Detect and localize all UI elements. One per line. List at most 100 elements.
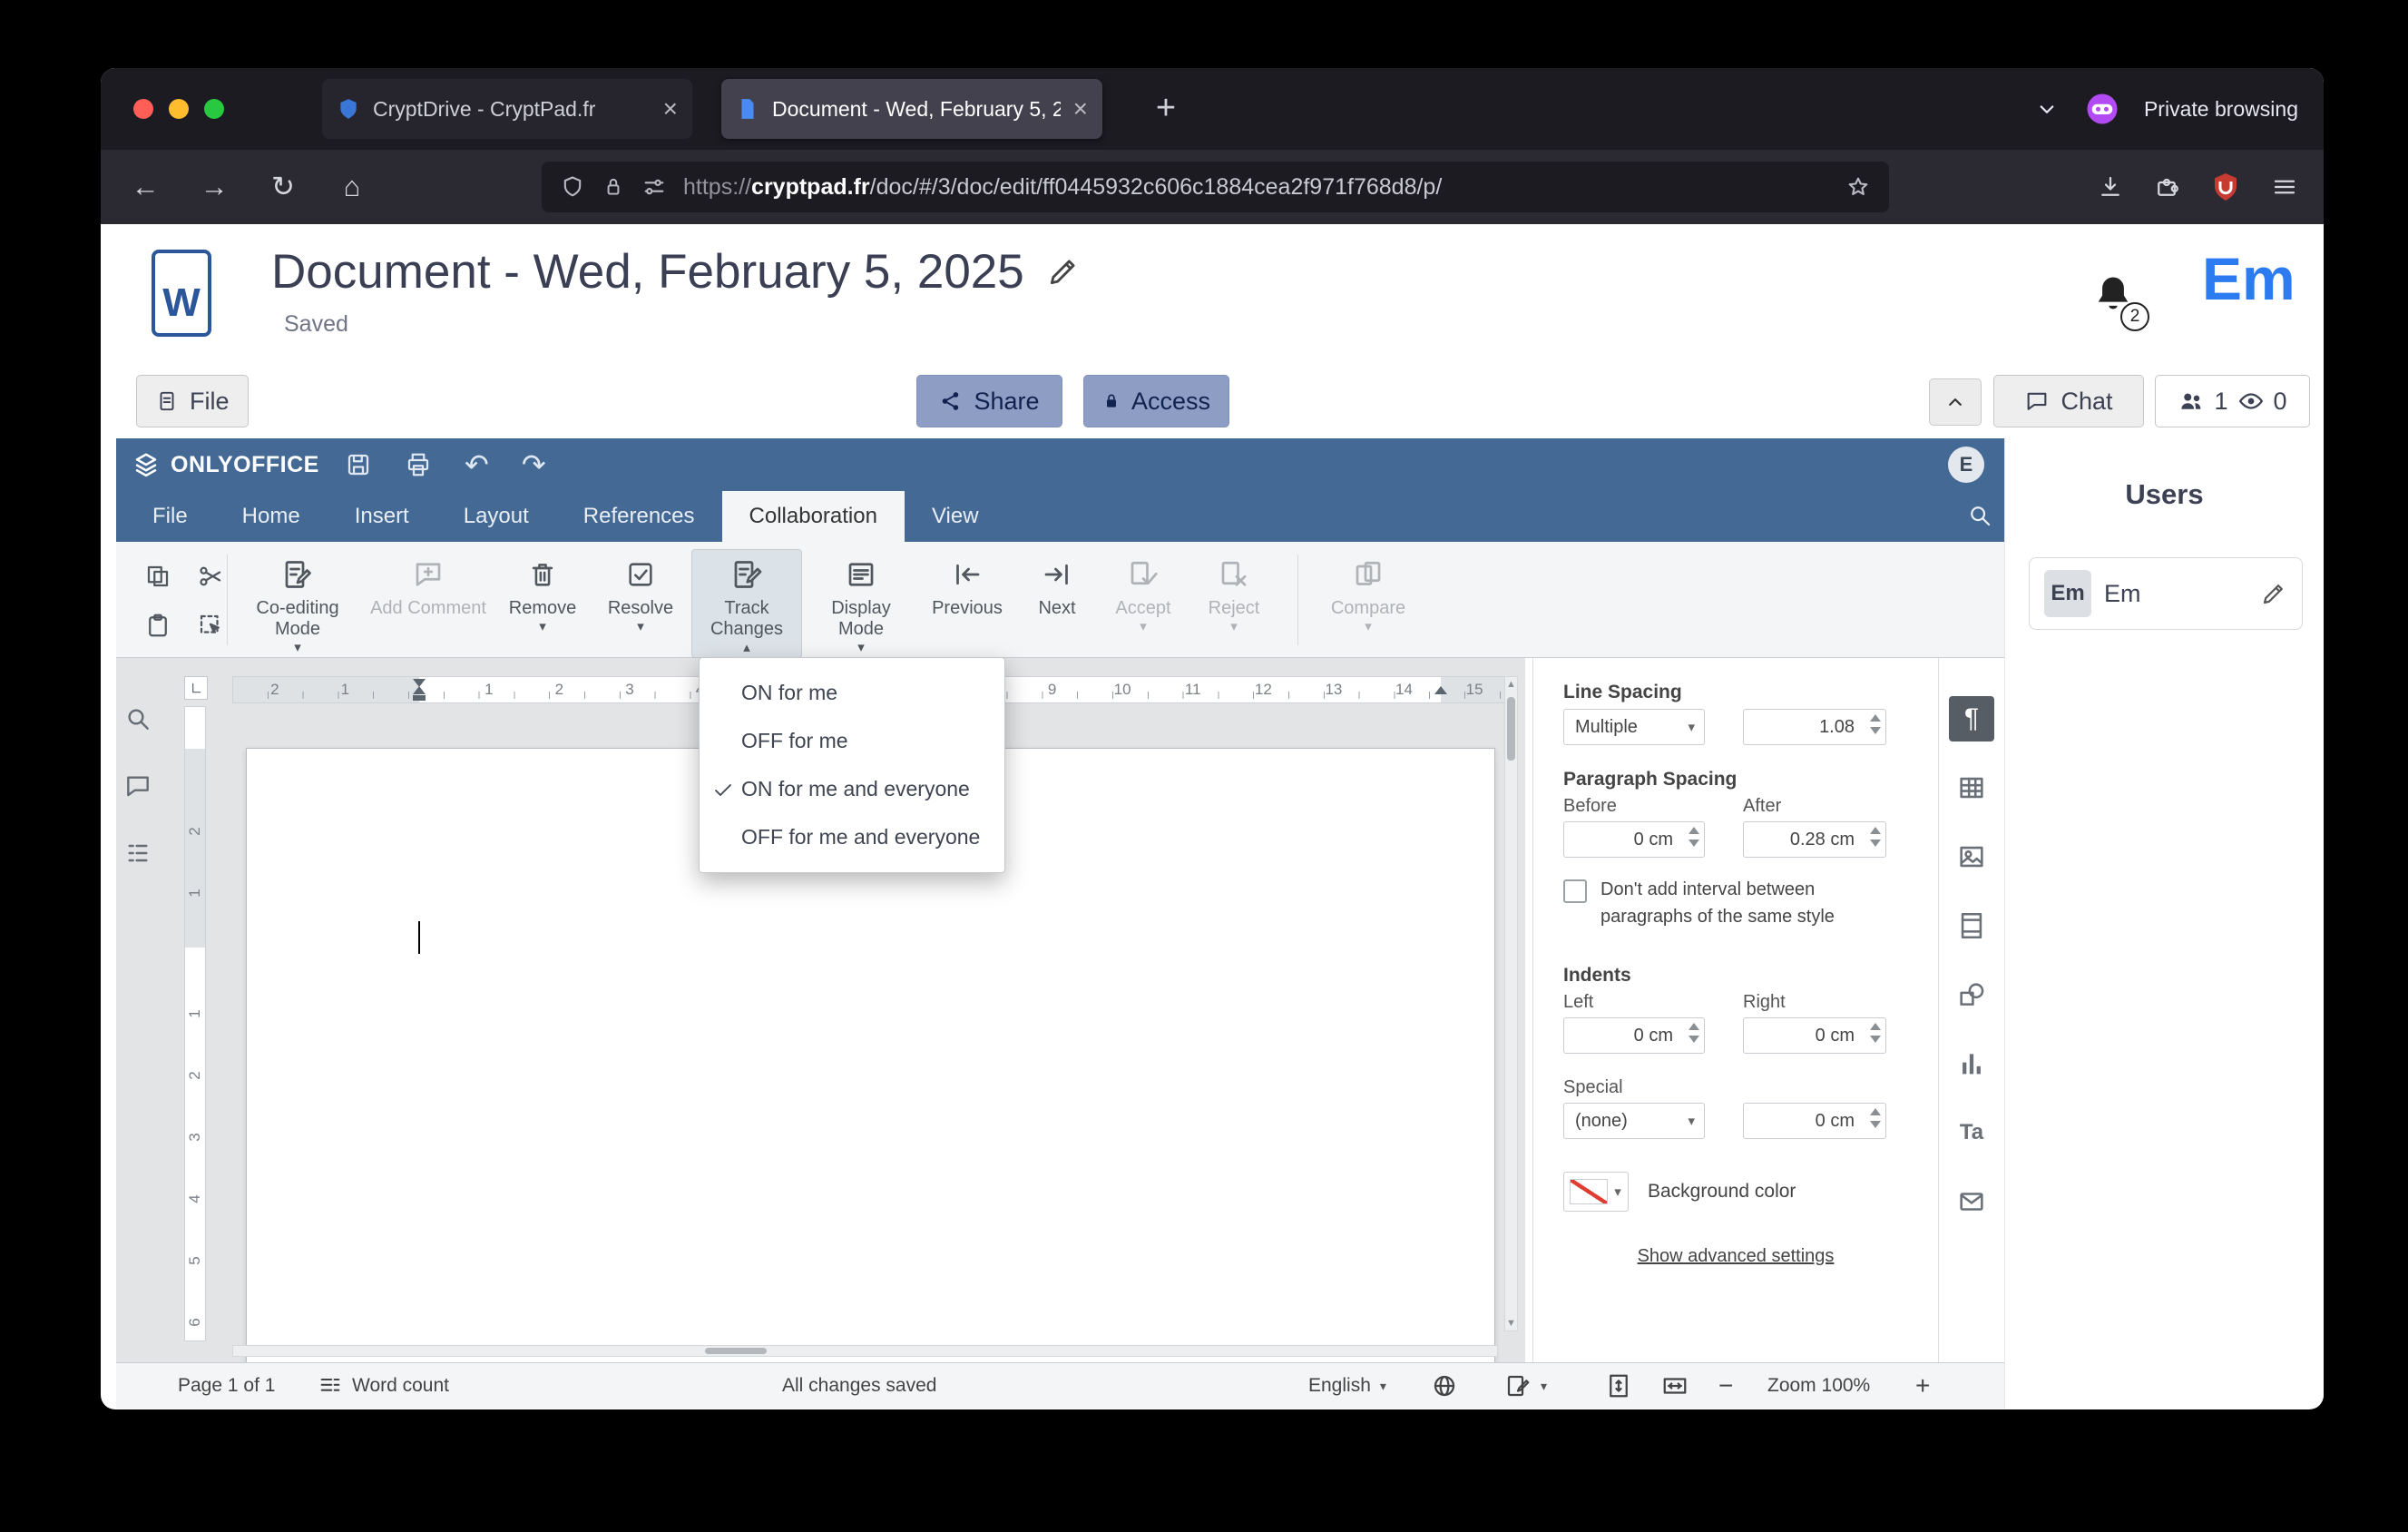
spinner-arrows[interactable] — [1689, 827, 1699, 847]
spinner-arrows[interactable] — [1870, 714, 1881, 734]
vertical-scroll-thumb[interactable] — [1507, 697, 1515, 761]
menu-tab[interactable]: File — [125, 491, 215, 542]
menu-tab[interactable]: Collaboration — [721, 491, 905, 542]
navigation-headings-icon[interactable] — [123, 839, 152, 868]
vertical-ruler[interactable]: 2 1 1 2 3 4 5 6 — [184, 706, 206, 1341]
word-count-button[interactable]: Word count — [318, 1363, 449, 1409]
ublock-origin-icon[interactable] — [2209, 171, 2242, 203]
spacing-after-spinner[interactable]: 0.28 cm — [1743, 821, 1886, 858]
language-selector[interactable]: English ▾ — [1308, 1363, 1386, 1409]
address-bar[interactable]: https://cryptpad.fr/doc/#/3/doc/edit/ff0… — [542, 162, 1889, 212]
zoom-in-button[interactable]: + — [1915, 1363, 1930, 1409]
spinner-arrows[interactable] — [1870, 1023, 1881, 1043]
menu-tab[interactable]: References — [556, 491, 722, 542]
spinner-arrows[interactable] — [1870, 1108, 1881, 1128]
indent-left-spinner[interactable]: 0 cm — [1563, 1017, 1705, 1054]
maximize-window-button[interactable] — [204, 99, 224, 119]
forward-icon[interactable]: → — [195, 168, 233, 206]
minimize-window-button[interactable] — [169, 99, 189, 119]
comments-icon[interactable] — [123, 771, 152, 800]
permissions-icon[interactable] — [641, 174, 667, 200]
collapse-toolbar-button[interactable] — [1929, 378, 1982, 426]
special-amount-spinner[interactable]: 0 cm — [1743, 1103, 1886, 1139]
track-changes-menu-item[interactable]: ON for me and everyone — [700, 765, 1004, 813]
background-color-button[interactable]: ▾ — [1563, 1172, 1629, 1212]
user-count-button[interactable]: 1 0 — [2155, 375, 2310, 427]
user-list-item[interactable]: Em Em — [2029, 557, 2303, 630]
lock-icon[interactable] — [602, 175, 625, 199]
compare-button[interactable]: Compare ▾ — [1318, 549, 1418, 637]
reload-icon[interactable]: ↻ — [264, 168, 302, 206]
show-advanced-settings-link[interactable]: Show advanced settings — [1533, 1246, 1938, 1267]
remove-comment-button[interactable]: Remove ▾ — [495, 549, 590, 637]
special-select[interactable]: (none) ▾ — [1563, 1103, 1705, 1139]
chart-settings-tab[interactable] — [1939, 1029, 2005, 1098]
close-tab-icon[interactable]: × — [1073, 94, 1088, 123]
new-tab-button[interactable]: + — [1140, 83, 1191, 133]
track-changes-status-button[interactable]: ▾ — [1504, 1363, 1547, 1409]
close-window-button[interactable] — [133, 99, 153, 119]
track-changes-menu-item[interactable]: OFF for me and everyone — [700, 813, 1004, 861]
spellcheck-globe-button[interactable] — [1431, 1363, 1458, 1409]
paste-icon[interactable] — [140, 607, 176, 643]
share-button[interactable]: Share — [916, 375, 1062, 427]
accept-change-button[interactable]: Accept ▾ — [1100, 549, 1187, 637]
horizontal-scroll-thumb[interactable] — [705, 1348, 767, 1354]
horizontal-scrollbar[interactable] — [232, 1345, 1498, 1357]
track-changes-button[interactable]: Track Changes ▴ — [691, 549, 802, 658]
tracking-shield-icon[interactable] — [560, 174, 585, 200]
previous-change-button[interactable]: Previous — [920, 549, 1014, 623]
paragraph-settings-tab[interactable]: ¶ — [1939, 684, 2005, 753]
indent-right-spinner[interactable]: 0 cm — [1743, 1017, 1886, 1054]
vertical-scrollbar[interactable]: ▲ ▼ — [1504, 676, 1518, 1331]
spacing-before-spinner[interactable]: 0 cm — [1563, 821, 1705, 858]
copy-icon[interactable] — [140, 558, 176, 594]
tab-document[interactable]: Document - Wed, February 5, 2 × — [721, 79, 1102, 139]
find-icon[interactable] — [123, 704, 152, 733]
chat-button[interactable]: Chat — [1993, 375, 2144, 427]
tab-cryptdrive[interactable]: CryptDrive - CryptPad.fr × — [322, 79, 692, 139]
select-all-icon[interactable] — [192, 607, 229, 643]
cut-icon[interactable] — [192, 558, 229, 594]
menu-tab[interactable]: View — [905, 491, 1006, 542]
track-changes-menu-item[interactable]: OFF for me — [700, 717, 1004, 765]
menu-tab[interactable]: Home — [215, 491, 328, 542]
close-tab-icon[interactable]: × — [663, 94, 678, 123]
back-icon[interactable]: ← — [126, 168, 164, 206]
edit-name-pencil-icon[interactable] — [2260, 580, 2287, 607]
spinner-arrows[interactable] — [1870, 827, 1881, 847]
zoom-out-button[interactable]: − — [1718, 1363, 1733, 1409]
resolve-button[interactable]: Resolve ▾ — [593, 549, 688, 637]
bookmark-star-icon[interactable] — [1845, 174, 1871, 200]
right-indent-marker[interactable] — [1434, 686, 1447, 694]
tab-stop-selector[interactable] — [184, 676, 208, 700]
scroll-down-icon[interactable]: ▼ — [1505, 1316, 1517, 1331]
hamburger-menu-icon[interactable] — [2271, 173, 2298, 201]
image-settings-tab[interactable] — [1939, 822, 2005, 891]
header-footer-settings-tab[interactable] — [1939, 891, 2005, 960]
line-spacing-select[interactable]: Multiple ▾ — [1563, 709, 1705, 745]
access-button[interactable]: Access — [1083, 375, 1229, 427]
undo-icon[interactable]: ↶ — [465, 447, 489, 482]
zoom-level[interactable]: Zoom 100% — [1767, 1363, 1870, 1409]
search-icon[interactable] — [1966, 502, 1993, 529]
downloads-icon[interactable] — [2097, 173, 2124, 201]
save-icon[interactable] — [345, 451, 372, 478]
hanging-indent-marker[interactable] — [413, 686, 426, 694]
collaborator-avatar[interactable]: E — [1948, 447, 1984, 483]
mail-merge-settings-tab[interactable] — [1939, 1167, 2005, 1236]
page-indicator[interactable]: Page 1 of 1 — [178, 1363, 275, 1409]
redo-icon[interactable]: ↷ — [522, 447, 546, 482]
fit-page-button[interactable] — [1605, 1363, 1632, 1409]
reject-change-button[interactable]: Reject ▾ — [1190, 549, 1277, 637]
scroll-up-icon[interactable]: ▲ — [1505, 677, 1517, 692]
display-mode-button[interactable]: Display Mode ▾ — [806, 549, 916, 658]
menu-tab[interactable]: Insert — [328, 491, 436, 542]
shape-settings-tab[interactable] — [1939, 960, 2005, 1029]
fit-width-button[interactable] — [1661, 1363, 1689, 1409]
left-indent-marker[interactable] — [413, 695, 426, 701]
line-spacing-amount-spinner[interactable]: 1.08 — [1743, 709, 1886, 745]
file-button[interactable]: File — [136, 375, 249, 427]
co-editing-mode-button[interactable]: Co-editing Mode ▾ — [234, 549, 361, 658]
menu-tab[interactable]: Layout — [436, 491, 556, 542]
